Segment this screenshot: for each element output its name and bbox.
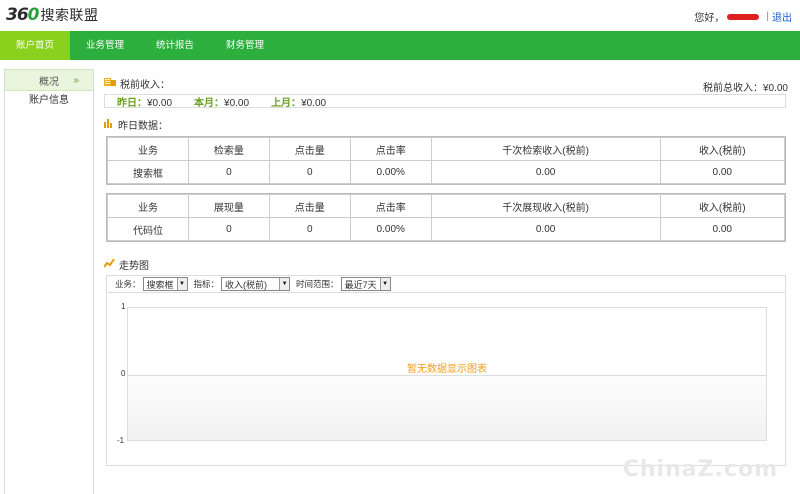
- business-select-value: 搜索框: [146, 279, 174, 290]
- table-header: 收入(税前): [659, 137, 786, 161]
- dropdown-arrow-icon: ▼: [279, 278, 290, 290]
- range-select-value: 最近7天: [344, 279, 377, 290]
- nav-item-account-home[interactable]: 账户首页: [0, 31, 71, 60]
- table-header: 点击率: [349, 137, 432, 161]
- table-cell: 0.00: [430, 160, 661, 184]
- separator: |: [766, 11, 769, 22]
- sidebar: 概况 » 账户信息: [4, 69, 94, 494]
- y-tick-label: 0: [121, 369, 126, 378]
- trend-chart: 1 0 -1 暂无数据显示图表: [106, 293, 786, 466]
- table-header: 点击量: [268, 194, 351, 218]
- trend-section-title: 走势图: [103, 256, 786, 272]
- no-data-message: 暂无数据显示图表: [407, 364, 487, 375]
- table-header: 业务: [107, 194, 189, 218]
- logo-number-zero: 0: [27, 5, 40, 25]
- table-header: 点击率: [349, 194, 432, 218]
- total-income: 税前总收入：¥0.00: [702, 83, 788, 94]
- watermark: ChinaZ.com: [622, 457, 778, 482]
- username-redacted: [727, 13, 760, 20]
- sidebar-item-account-info[interactable]: 账户信息: [5, 91, 93, 111]
- table-row: 搜索框 0 0 0.00% 0.00 0.00: [107, 160, 786, 184]
- plot-area: 暂无数据显示图表: [127, 307, 767, 441]
- logo[interactable]: 360 搜索联盟: [6, 5, 99, 25]
- zero-line: [128, 375, 766, 376]
- ad-slot-table: 业务 展现量 点击量 点击率 千次展现收入(税前) 收入(税前) 代码位 0 0…: [107, 194, 786, 241]
- table-cell: 0.00%: [349, 160, 432, 184]
- nav-item-finance[interactable]: 财务管理: [210, 31, 280, 60]
- sidebar-head-label: 概况: [39, 76, 59, 88]
- trend-title: 走势图: [119, 260, 149, 272]
- metric-select-value: 收入(税前): [225, 279, 268, 290]
- user-bar: 您好， | 退出: [694, 9, 792, 24]
- table-header: 千次展现收入(税前): [430, 194, 661, 218]
- income-summary: 昨日：¥0.00 本月：¥0.00 上月：¥0.00: [104, 94, 786, 109]
- table-cell: 0.00: [659, 217, 786, 241]
- income-section-title: 税前收入：: [104, 75, 786, 91]
- nav-item-business[interactable]: 业务管理: [70, 31, 140, 60]
- month-label: 本月：: [194, 97, 225, 109]
- adslot-table-wrapper: 业务 展现量 点击量 点击率 千次展现收入(税前) 收入(税前) 代码位 0 0…: [106, 193, 786, 242]
- yesterday-title: 昨日数据：: [118, 120, 168, 132]
- table-cell: 搜索框: [107, 160, 189, 184]
- table-cell: 0: [187, 160, 270, 184]
- table-cell: 代码位: [107, 217, 189, 241]
- table-cell: 0.00: [430, 217, 661, 241]
- nav-item-reports[interactable]: 统计报告: [140, 31, 210, 60]
- table-header: 点击量: [268, 137, 351, 161]
- coins-icon: [104, 77, 116, 90]
- y-tick-label: 1: [121, 302, 126, 311]
- metric-filter-label: 指标：: [193, 279, 220, 289]
- table-row: 代码位 0 0 0.00% 0.00 0.00: [107, 217, 786, 241]
- table-cell: 0.00%: [349, 217, 432, 241]
- logo-number: 36: [6, 5, 29, 25]
- table-cell: 0: [187, 217, 270, 241]
- table-header-row: 业务 展现量 点击量 点击率 千次展现收入(税前) 收入(税前): [107, 194, 786, 218]
- business-filter-label: 业务：: [115, 279, 141, 289]
- main-nav: 账户首页 业务管理 统计报告 财务管理: [0, 31, 800, 60]
- last-month-value: ¥0.00: [301, 97, 327, 109]
- main-content: 税前收入： 税前总收入：¥0.00 昨日：¥0.00 本月：¥0.00 上月：¥…: [103, 75, 788, 466]
- table-header: 千次检索收入(税前): [430, 137, 661, 161]
- range-select[interactable]: 最近7天 ▼: [340, 277, 391, 291]
- logo-text: 搜索联盟: [40, 7, 99, 23]
- table-header: 检索量: [187, 137, 270, 161]
- table-cell: 0: [268, 160, 351, 184]
- search-box-table: 业务 检索量 点击量 点击率 千次检索收入(税前) 收入(税前) 搜索框 0 0…: [107, 137, 786, 184]
- yesterday-value: ¥0.00: [147, 97, 173, 109]
- yesterday-section-title: 昨日数据：: [104, 116, 786, 132]
- table-header: 展现量: [187, 194, 270, 218]
- last-month-label: 上月：: [271, 97, 302, 109]
- income-title: 税前收入：: [120, 79, 170, 91]
- yesterday-label: 昨日：: [117, 97, 147, 109]
- metric-select[interactable]: 收入(税前) ▼: [221, 277, 291, 291]
- double-chevron-icon: »: [73, 74, 79, 86]
- table-header: 业务: [107, 137, 189, 161]
- table-cell: 0.00: [659, 160, 786, 184]
- top-header: 360 搜索联盟 您好， | 退出: [0, 0, 800, 30]
- table-cell: 0: [268, 217, 351, 241]
- table-header: 收入(税前): [659, 194, 786, 218]
- y-tick-label: -1: [117, 436, 125, 445]
- range-filter-label: 时间范围：: [296, 279, 339, 289]
- sidebar-item-overview[interactable]: 概况 »: [5, 69, 93, 91]
- dropdown-arrow-icon: ▼: [379, 278, 390, 290]
- greeting: 您好，: [694, 13, 725, 24]
- table-header-row: 业务 检索量 点击量 点击率 千次检索收入(税前) 收入(税前): [107, 137, 786, 161]
- business-select[interactable]: 搜索框 ▼: [142, 277, 188, 291]
- search-table-wrapper: 业务 检索量 点击量 点击率 千次检索收入(税前) 收入(税前) 搜索框 0 0…: [106, 136, 786, 185]
- month-value: ¥0.00: [224, 97, 250, 109]
- bar-chart-icon: [104, 118, 114, 131]
- trend-line-icon: [103, 257, 115, 271]
- dropdown-arrow-icon: ▼: [176, 278, 187, 290]
- trend-filters: 业务： 搜索框 ▼ 指标： 收入(税前) ▼ 时间范围： 最近7天 ▼: [106, 275, 786, 293]
- logout-link[interactable]: 退出: [772, 9, 792, 24]
